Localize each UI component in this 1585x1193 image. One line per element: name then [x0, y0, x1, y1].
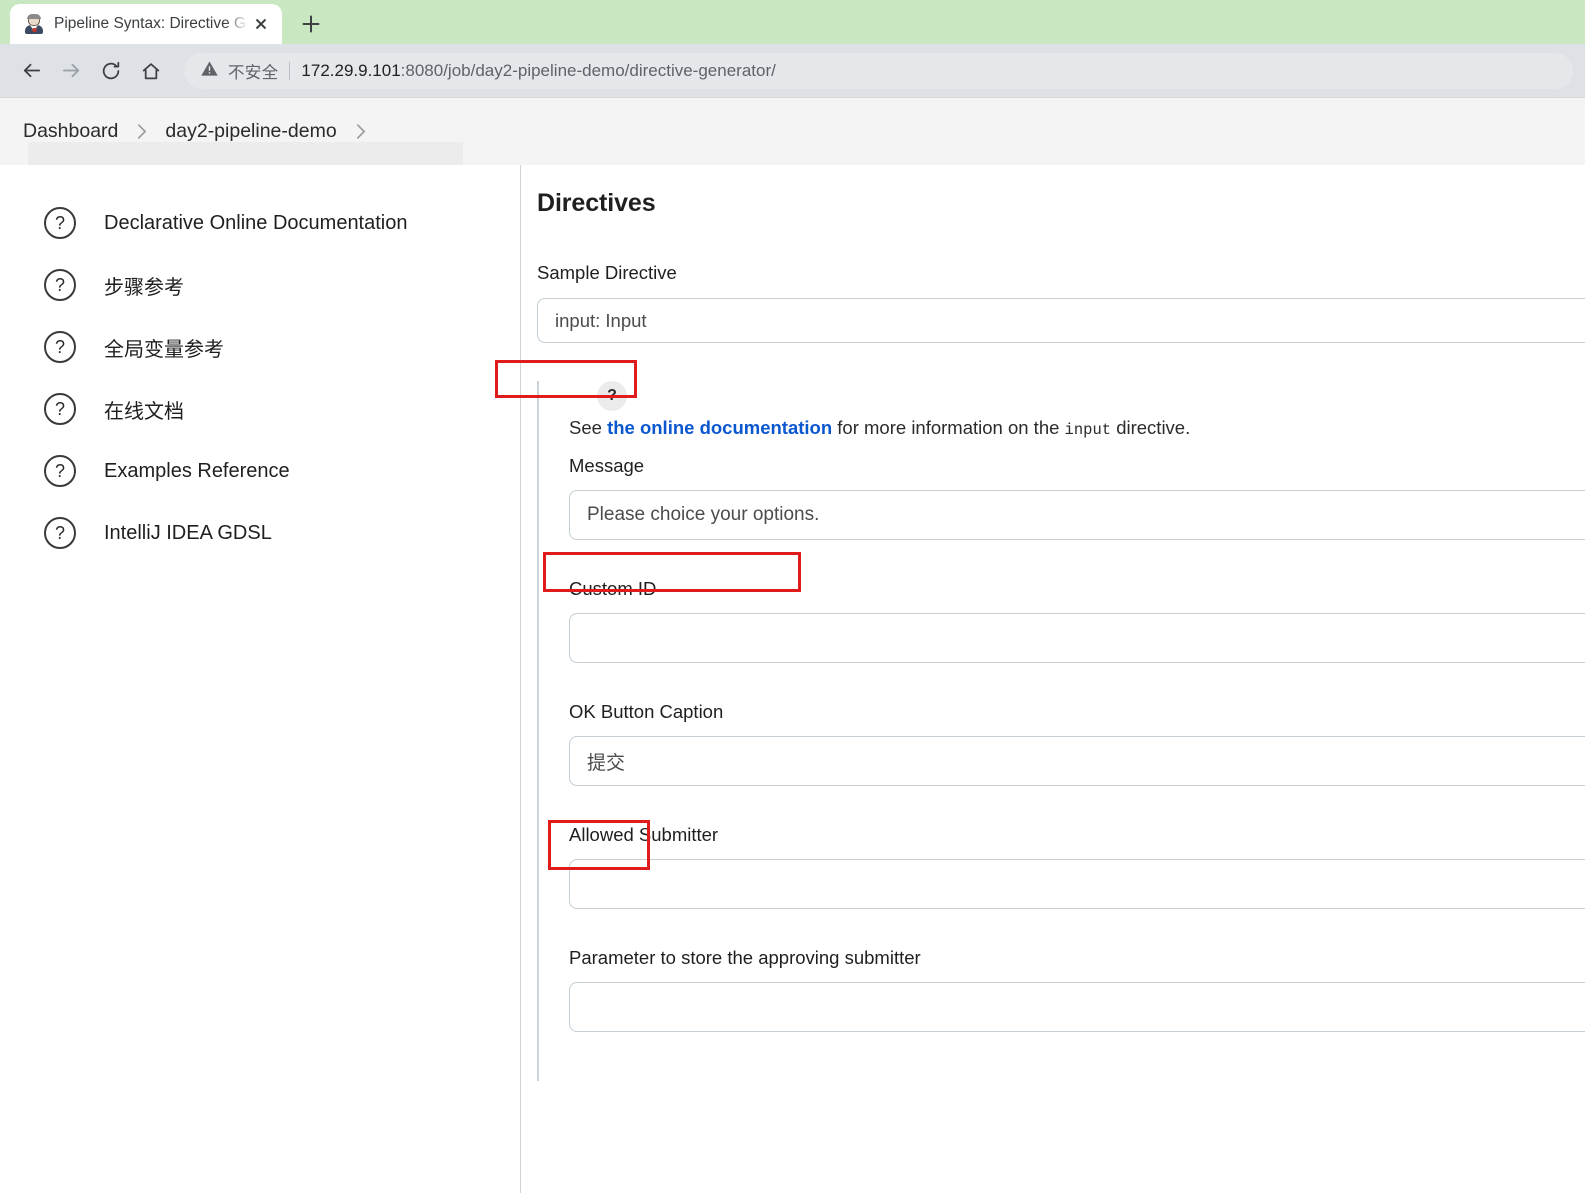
help-icon[interactable]: ? — [597, 381, 627, 411]
field-approving-submitter-parameter: Parameter to store the approving submitt… — [569, 947, 1585, 1032]
question-circle-icon: ? — [44, 455, 76, 487]
sidebar-item-declarative-online-documentation[interactable]: ? Declarative Online Documentation — [0, 192, 520, 254]
reload-icon[interactable] — [92, 52, 130, 90]
forward-icon[interactable] — [52, 52, 90, 90]
sidebar-item-label: 全局变量参考 — [104, 338, 224, 361]
sidebar-item-global-variable-reference[interactable]: ? 全局变量参考 — [0, 316, 520, 378]
page-viewport: Dashboard day2-pipeline-demo ? Declarati… — [0, 97, 1585, 1193]
url-text: 172.29.9.101:8080/job/day2-pipeline-demo… — [301, 61, 775, 81]
sample-directive-label: Sample Directive — [537, 262, 677, 283]
custom-id-input[interactable] — [569, 613, 1585, 663]
browser-tab[interactable]: Pipeline Syntax: Directive Gene — [10, 4, 282, 44]
ok-button-caption-input-value: 提交 — [587, 752, 626, 774]
field-label: Message — [569, 455, 645, 476]
url-host: 172.29.9.101 — [301, 60, 401, 80]
online-documentation-link[interactable]: the online documentation — [607, 417, 832, 438]
new-tab-button[interactable] — [294, 7, 328, 41]
not-secure-warning-icon — [200, 59, 219, 83]
sample-directive-select[interactable]: input: Input — [537, 298, 1585, 343]
field-message: Message Please choice your options. — [569, 455, 1585, 540]
field-ok-button-caption: OK Button Caption 提交 — [569, 701, 1585, 786]
close-icon[interactable] — [248, 11, 274, 37]
sidebar-item-online-documentation[interactable]: ? 在线文档 — [0, 378, 520, 440]
back-icon[interactable] — [12, 52, 50, 90]
browser-window: Pipeline Syntax: Directive Gene 不安全 172.… — [0, 0, 1585, 1193]
question-circle-icon: ? — [44, 393, 76, 425]
breadcrumb-item-job[interactable]: day2-pipeline-demo — [165, 120, 336, 143]
directive-config-panel: ? See the online documentation for more … — [537, 381, 1585, 1081]
jenkins-butler-favicon — [24, 14, 44, 34]
question-circle-icon: ? — [44, 207, 76, 239]
help-middle: for more information on the — [832, 417, 1065, 438]
browser-toolbar: 不安全 172.29.9.101:8080/job/day2-pipeline-… — [0, 44, 1585, 97]
sidebar-item-label: IntelliJ IDEA GDSL — [104, 521, 272, 544]
help-prefix: See — [569, 417, 608, 438]
chevron-right-icon — [136, 123, 147, 140]
breadcrumb-item-dashboard[interactable]: Dashboard — [23, 120, 118, 143]
home-icon[interactable] — [132, 52, 170, 90]
sidebar-item-steps-reference[interactable]: ? 步骤参考 — [0, 254, 520, 316]
sidebar-item-label: Declarative Online Documentation — [104, 211, 408, 234]
sample-directive-selected-value: input: Input — [555, 309, 647, 331]
allowed-submitter-input[interactable] — [569, 859, 1585, 909]
question-circle-icon: ? — [44, 269, 76, 301]
field-label: Custom ID — [569, 578, 657, 599]
sidebar-item-label: 在线文档 — [104, 400, 184, 423]
sidebar-item-label: Examples Reference — [104, 459, 290, 482]
sidebar-item-label: 步骤参考 — [104, 276, 184, 299]
tab-title: Pipeline Syntax: Directive Gene — [54, 15, 248, 32]
ok-button-caption-input[interactable]: 提交 — [569, 736, 1585, 786]
field-allowed-submitter: Allowed Submitter — [569, 824, 1585, 909]
question-circle-icon: ? — [44, 331, 76, 363]
main-content: Directives Sample Directive input: Input… — [521, 165, 1585, 1193]
breadcrumb: Dashboard day2-pipeline-demo — [0, 97, 1585, 176]
message-input[interactable]: Please choice your options. — [569, 490, 1585, 540]
help-code: input — [1064, 421, 1112, 439]
field-custom-id: Custom ID — [569, 578, 1585, 663]
question-circle-icon: ? — [44, 517, 76, 549]
sidebar-item-examples-reference[interactable]: ? Examples Reference — [0, 440, 520, 502]
sidebar: ? Declarative Online Documentation ? 步骤参… — [0, 165, 521, 1193]
approving-submitter-parameter-input[interactable] — [569, 982, 1585, 1032]
page-body: ? Declarative Online Documentation ? 步骤参… — [0, 165, 1585, 1193]
sidebar-item-intellij-idea-gdsl[interactable]: ? IntelliJ IDEA GDSL — [0, 502, 520, 564]
security-status-label: 不安全 — [228, 63, 279, 82]
help-text: See the online documentation for more in… — [569, 417, 1585, 439]
tab-strip: Pipeline Syntax: Directive Gene — [0, 0, 1585, 44]
field-label: OK Button Caption — [569, 701, 724, 722]
chevron-right-icon-2[interactable] — [355, 123, 366, 140]
field-label: Parameter to store the approving submitt… — [569, 947, 921, 968]
page-title: Directives — [537, 189, 656, 217]
message-input-value: Please choice your options. — [587, 504, 820, 525]
omnibox-divider — [289, 61, 291, 80]
url-path: :8080/job/day2-pipeline-demo/directive-g… — [400, 60, 776, 80]
field-label: Allowed Submitter — [569, 824, 719, 845]
help-suffix: directive. — [1111, 417, 1191, 438]
address-bar[interactable]: 不安全 172.29.9.101:8080/job/day2-pipeline-… — [184, 52, 1573, 89]
